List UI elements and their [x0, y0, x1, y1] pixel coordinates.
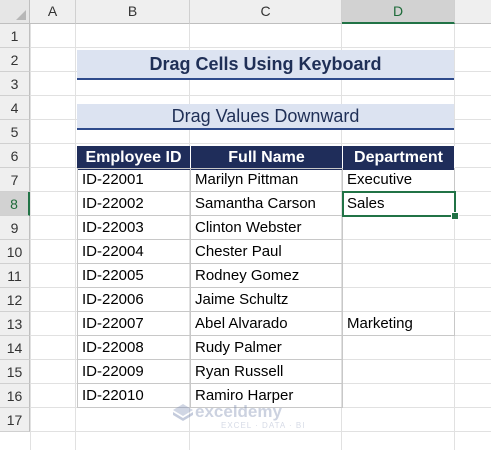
table-cell[interactable]: [343, 384, 455, 408]
row-header-5[interactable]: 5: [0, 120, 30, 144]
row-header-15[interactable]: 15: [0, 360, 30, 384]
spreadsheet-grid: A B C D 1 2 3 4 5 6 7 8 9 10 11 12 13 14 15 16 17 Drag Cells …: [0, 0, 491, 450]
row-header-14[interactable]: 14: [0, 336, 30, 360]
gridline-horizontal: [30, 47, 491, 48]
column-header-c[interactable]: C: [190, 0, 342, 24]
gridline-horizontal: [30, 143, 491, 144]
row-header-10[interactable]: 10: [0, 240, 30, 264]
table-cell[interactable]: Rodney Gomez: [191, 264, 343, 288]
row-header-16[interactable]: 16: [0, 384, 30, 408]
table-cell[interactable]: ID-22004: [77, 240, 191, 264]
row-header-6[interactable]: 6: [0, 144, 30, 168]
exceldemy-logo-icon: [173, 404, 193, 421]
row-header-12[interactable]: 12: [0, 288, 30, 312]
column-header-d[interactable]: D: [342, 0, 455, 24]
table-cell[interactable]: Abel Alvarado: [191, 312, 343, 336]
row-header-9[interactable]: 9: [0, 216, 30, 240]
table-header-department[interactable]: Department: [343, 146, 455, 170]
gridline-vertical: [30, 24, 31, 450]
gridline-vertical: [75, 24, 76, 450]
watermark-tagline: EXCEL · DATA · BI: [221, 421, 306, 430]
table-cell[interactable]: [343, 360, 455, 384]
row-header-13[interactable]: 13: [0, 312, 30, 336]
table-cell[interactable]: [343, 216, 455, 240]
table-cell[interactable]: Samantha Carson: [191, 192, 343, 216]
select-all-corner[interactable]: [0, 0, 30, 24]
table-cell[interactable]: ID-22006: [77, 288, 191, 312]
column-header-b[interactable]: B: [76, 0, 190, 24]
table-cell[interactable]: [343, 336, 455, 360]
table-header-full-name[interactable]: Full Name: [191, 146, 343, 170]
table-cell[interactable]: Executive: [343, 168, 455, 192]
table-cell[interactable]: ID-22001: [77, 168, 191, 192]
column-header-blank: [455, 0, 491, 24]
table-cell[interactable]: Ryan Russell: [191, 360, 343, 384]
row-header-3[interactable]: 3: [0, 72, 30, 96]
select-all-triangle-icon: [16, 10, 26, 20]
table-cell[interactable]: Clinton Webster: [191, 216, 343, 240]
watermark-logo-text: exceldemy: [195, 402, 282, 421]
row-header-11[interactable]: 11: [0, 264, 30, 288]
table-cell[interactable]: ID-22009: [77, 360, 191, 384]
subtitle-banner: Drag Values Downward: [77, 104, 454, 130]
column-header-a[interactable]: A: [30, 0, 76, 24]
row-header-2[interactable]: 2: [0, 48, 30, 72]
row-header-7[interactable]: 7: [0, 168, 30, 192]
table-cell[interactable]: ID-22005: [77, 264, 191, 288]
table-cell[interactable]: [343, 240, 455, 264]
table-cell[interactable]: Jaime Schultz: [191, 288, 343, 312]
gridline-horizontal: [30, 431, 491, 432]
table-cell[interactable]: Marilyn Pittman: [191, 168, 343, 192]
title-banner: Drag Cells Using Keyboard: [77, 50, 454, 80]
row-header-1[interactable]: 1: [0, 24, 30, 48]
table-cell[interactable]: Chester Paul: [191, 240, 343, 264]
active-cell-selection[interactable]: [342, 191, 456, 217]
table-cell[interactable]: Marketing: [343, 312, 455, 336]
fill-handle[interactable]: [451, 212, 459, 220]
row-header-4[interactable]: 4: [0, 96, 30, 120]
table-cell[interactable]: [343, 288, 455, 312]
table-cell[interactable]: ID-22008: [77, 336, 191, 360]
table-cell[interactable]: ID-22007: [77, 312, 191, 336]
row-header-8[interactable]: 8: [0, 192, 30, 216]
table-cell[interactable]: Rudy Palmer: [191, 336, 343, 360]
gridline-horizontal: [30, 95, 491, 96]
table-cell[interactable]: ID-22002: [77, 192, 191, 216]
table-cell[interactable]: [343, 264, 455, 288]
row-header-17[interactable]: 17: [0, 408, 30, 432]
table-cell[interactable]: ID-22003: [77, 216, 191, 240]
table-header-employee-id[interactable]: Employee ID: [77, 146, 191, 170]
